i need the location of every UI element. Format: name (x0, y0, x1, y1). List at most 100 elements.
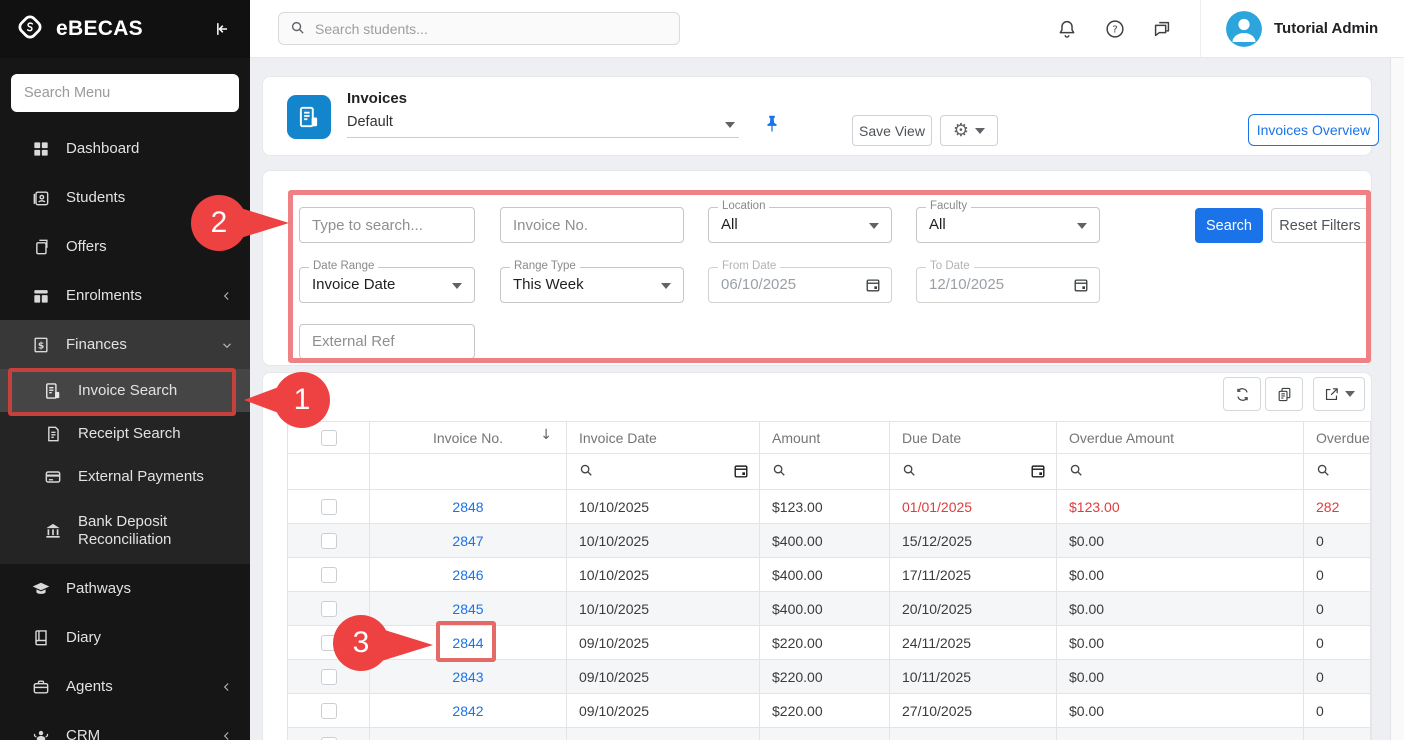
row-checkbox[interactable] (321, 567, 337, 583)
column-filter-invoice-no[interactable] (370, 454, 567, 489)
sidebar-collapse-icon[interactable] (208, 15, 236, 43)
row-checkbox[interactable] (321, 703, 337, 719)
help-icon: ? (1104, 18, 1126, 40)
column-filter-due-date[interactable] (890, 454, 1057, 489)
pin-icon (761, 113, 783, 135)
view-select[interactable]: Default (347, 110, 739, 138)
invoice-link[interactable]: 2846 (452, 567, 483, 583)
sidebar-item-finances[interactable]: $ Finances (0, 320, 250, 369)
save-view-button[interactable]: Save View (852, 115, 932, 146)
search-icon (290, 20, 305, 40)
invoice-link[interactable]: 2847 (452, 533, 483, 549)
invoices-overview-button[interactable]: Invoices Overview (1248, 114, 1379, 146)
help-button[interactable]: ? (1102, 16, 1128, 42)
table-row: 2846 10/10/2025 $400.00 17/11/2025 $0.00… (288, 558, 1371, 592)
chevron-down-icon (220, 338, 234, 352)
column-filter-invoice-date[interactable] (567, 454, 760, 489)
column-filter-overdue-amount[interactable] (1057, 454, 1304, 489)
chevron-down-icon (975, 128, 985, 134)
notifications-button[interactable] (1054, 16, 1080, 42)
sidebar-item-bank-deposit-reconciliation[interactable]: Bank Deposit Reconciliation (0, 498, 250, 564)
refresh-button[interactable] (1223, 377, 1261, 411)
sidebar-item-diary[interactable]: Diary (0, 613, 250, 662)
column-header-overdue-amount[interactable]: Overdue Amount (1057, 422, 1304, 453)
invoice-link[interactable]: 2843 (452, 669, 483, 685)
row-checkbox[interactable] (321, 499, 337, 515)
row-checkbox[interactable] (321, 533, 337, 549)
table-row: 2848 10/10/2025 $123.00 01/01/2025 $123.… (288, 490, 1371, 524)
annotation-box-filters (288, 190, 1371, 363)
invoice-link[interactable]: 2848 (452, 499, 483, 515)
gear-icon: ⚙ (953, 122, 969, 140)
view-header-card: Invoices Default Save View ⚙ Invoices Ov… (262, 76, 1372, 156)
column-header-invoice-no[interactable]: Invoice No. ↓ (370, 422, 567, 453)
dashboard-icon (30, 138, 52, 160)
column-header-overdue-by[interactable]: Overdue b (1304, 422, 1371, 453)
enrolments-icon (30, 285, 52, 307)
chevron-left-icon (220, 289, 234, 303)
menu-search-input[interactable] (11, 74, 239, 112)
column-header-due-date[interactable]: Due Date (890, 422, 1057, 453)
column-filter-amount[interactable] (760, 454, 890, 489)
offers-icon (30, 236, 52, 258)
invoice-link[interactable]: 2845 (452, 601, 483, 617)
book-icon (30, 627, 52, 649)
search-icon (579, 463, 593, 480)
feedback-button[interactable] (1149, 16, 1175, 42)
user-name[interactable]: Tutorial Admin (1274, 20, 1378, 37)
column-header-invoice-date[interactable]: Invoice Date (567, 422, 760, 453)
sort-desc-icon[interactable]: ↓ (540, 427, 552, 443)
pin-view-button[interactable] (761, 113, 785, 137)
export-icon (1323, 386, 1340, 403)
annotation-box-invoice-search (8, 368, 236, 416)
table-header-row: Invoice No. ↓ Invoice Date Amount Due Da… (288, 422, 1371, 454)
invoices-module-icon (287, 95, 331, 139)
chevron-left-icon (220, 680, 234, 694)
user-avatar[interactable] (1226, 11, 1262, 47)
page-scrollbar[interactable] (1390, 58, 1404, 740)
row-checkbox[interactable] (321, 737, 337, 740)
copy-button[interactable] (1265, 377, 1303, 411)
table-row-partial (288, 728, 1371, 740)
sidebar-header: eBECAS (0, 0, 250, 58)
column-filter-overdue-by[interactable] (1304, 454, 1371, 489)
briefcase-icon (30, 676, 52, 698)
students-icon (30, 187, 52, 209)
topbar-divider (1200, 0, 1201, 58)
calendar-icon[interactable] (733, 463, 749, 482)
svg-text:$: $ (38, 340, 44, 351)
topbar: ? Tutorial Admin (250, 0, 1404, 58)
sidebar-item-pathways[interactable]: Pathways (0, 564, 250, 613)
sidebar-item-enrolments[interactable]: Enrolments (0, 271, 250, 320)
invoice-link[interactable]: 2842 (452, 703, 483, 719)
svg-text:?: ? (1112, 25, 1117, 36)
sidebar-item-dashboard[interactable]: Dashboard (0, 124, 250, 173)
select-all-checkbox[interactable] (321, 430, 337, 446)
view-settings-button[interactable]: ⚙ (940, 115, 998, 146)
table-row: 2843 09/10/2025 $220.00 10/11/2025 $0.00… (288, 660, 1371, 694)
sidebar-item-receipt-search[interactable]: Receipt Search (0, 412, 250, 455)
calendar-icon[interactable] (1030, 463, 1046, 482)
search-icon (1316, 463, 1330, 480)
graduation-cap-icon (30, 578, 52, 600)
chevron-down-icon (725, 122, 735, 128)
student-search-input[interactable] (278, 12, 680, 45)
annotation-step-2-badge: 2 (191, 195, 301, 253)
page-title: Invoices (347, 90, 407, 107)
invoice-table: Invoice No. ↓ Invoice Date Amount Due Da… (287, 421, 1371, 740)
export-button[interactable] (1313, 377, 1365, 411)
sidebar-item-crm[interactable]: CRM (0, 711, 250, 740)
annotation-step-3-badge: 3 (333, 615, 443, 673)
annotation-box-invoice-2844 (436, 621, 496, 662)
invoice-table-card: Invoice No. ↓ Invoice Date Amount Due Da… (262, 372, 1372, 740)
sidebar-group-finances: $ Finances Invoice Search Receipt Search… (0, 320, 250, 564)
sidebar-item-external-payments[interactable]: External Payments (0, 455, 250, 498)
app-name: eBECAS (56, 17, 208, 41)
table-row: 2847 10/10/2025 $400.00 15/12/2025 $0.00… (288, 524, 1371, 558)
column-header-amount[interactable]: Amount (760, 422, 890, 453)
receipt-icon (42, 423, 64, 445)
finances-icon: $ (30, 334, 52, 356)
bank-icon (42, 520, 64, 542)
sidebar-item-agents[interactable]: Agents (0, 662, 250, 711)
credit-card-icon (42, 466, 64, 488)
